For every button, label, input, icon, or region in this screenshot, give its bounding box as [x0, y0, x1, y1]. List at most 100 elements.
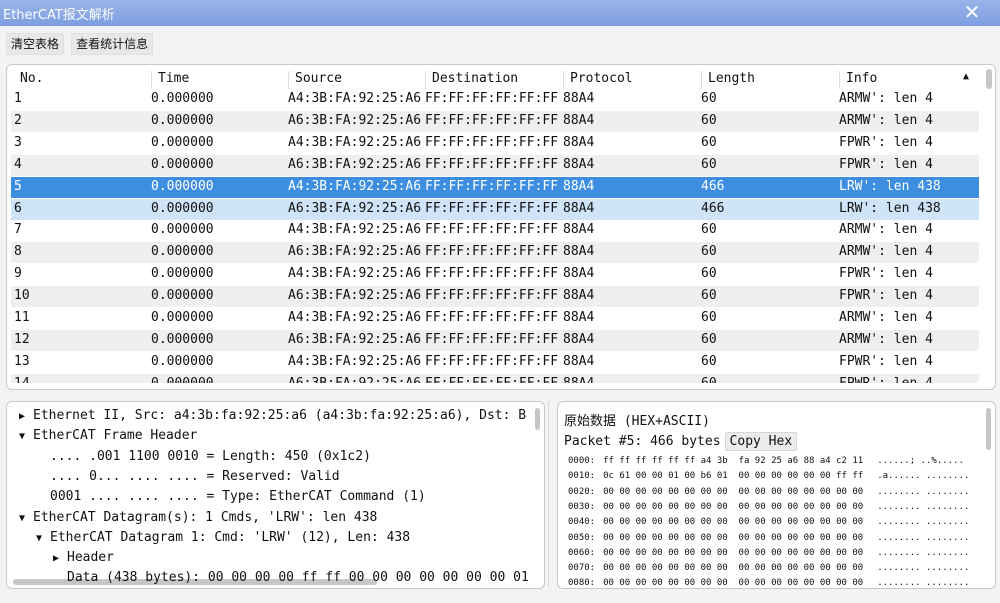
- column-header-protocol[interactable]: Protocol: [563, 71, 700, 89]
- cell-protocol: 88A4: [563, 178, 595, 194]
- tree-node-text: .... 0... .... .... = Reserved: Valid: [50, 468, 340, 484]
- cell-length: 60: [701, 222, 717, 238]
- cell-protocol: 88A4: [563, 376, 699, 383]
- cell-destination: FF:FF:FF:FF:FF:FF: [425, 331, 559, 347]
- column-header-no[interactable]: No.: [14, 71, 150, 89]
- tree-node[interactable]: .... .001 1100 0010 = Length: 450 (0x1c2…: [50, 449, 371, 464]
- packet-row[interactable]: 12 0.000000 A6:3B:FA:92:25:A6 FF:FF:FF:FF:F…: [11, 329, 979, 351]
- cell-source: A4:3B:FA:92:25:A6: [288, 266, 422, 282]
- hex-offset: 0010:: [568, 471, 596, 482]
- packet-row[interactable]: 140.000000A6:3B:FA:92:25:A6FF:FF:FF:FF:F…: [11, 373, 979, 383]
- cell-length: 60: [701, 353, 717, 369]
- hex-bytes: 00 00 00 00 00 00 00 00 00 00 00 00 00 0…: [603, 578, 864, 589]
- column-header-length[interactable]: Length: [701, 71, 838, 89]
- packet-row[interactable]: 2 0.000000 A6:3B:FA:92:25:A6 FF:FF:FF:FF:FF…: [11, 110, 979, 132]
- cell-length: 60: [701, 244, 717, 260]
- hex-vertical-scrollbar[interactable]: [986, 408, 991, 450]
- packet-list-header: No. Time Source Destination Protocol Length In…: [7, 69, 975, 89]
- tree-node-text: EtherCAT Frame Header: [33, 428, 198, 444]
- cell-destination: FF:FF:FF:FF:FF:FF: [425, 376, 566, 383]
- hex-line: 0060: 00 00 00 00 00 00 00 00 00 00 00 00…: [568, 548, 969, 558]
- cell-destination: FF:FF:FF:FF:FF:FF: [425, 266, 559, 282]
- tree-node-text: .... .001 1100 0010 = Length: 450 (0x1c2…: [50, 448, 371, 464]
- collapse-arrow-icon[interactable]: ▼: [36, 533, 50, 544]
- cell-protocol: 88A4: [563, 288, 595, 304]
- packet-row[interactable]: 1 0.000000 A4:3B:FA:92:25:A6 FF:FF:FF:FF:FF…: [11, 89, 979, 110]
- cell-no: 5: [14, 178, 22, 194]
- expand-arrow-icon[interactable]: ▶: [53, 553, 67, 564]
- clear-table-button[interactable]: 清空表格: [6, 33, 65, 55]
- packet-row[interactable]: 4 0.000000 A6:3B:FA:92:25:A6 FF:FF:FF:FF:FF…: [11, 154, 979, 176]
- cell-no: 1: [14, 91, 22, 106]
- cell-time: 0.000000: [151, 376, 287, 383]
- packet-list-scrollbar[interactable]: [986, 69, 992, 89]
- packet-row[interactable]: 3 0.000000 A4:3B:FA:92:25:A6 FF:FF:FF:FF:FF…: [11, 133, 979, 154]
- hex-bytes: 00 00 00 00 00 00 00 00 00 00 00 00 00 0…: [603, 547, 864, 558]
- copy-hex-button[interactable]: Copy Hex: [724, 432, 798, 451]
- cell-no: 14: [14, 376, 150, 383]
- packet-row[interactable]: 11 0.000000 A4:3B:FA:92:25:A6 FF:FF:FF:FF:F…: [11, 308, 979, 329]
- packet-row[interactable]: 6 0.000000 A6:3B:FA:92:25:A6 FF:FF:FF:FF:FF…: [11, 198, 979, 220]
- tree-node[interactable]: ▶ Header: [53, 550, 114, 565]
- tree-node[interactable]: ▶ Ethernet II, Src: a4:3b:fa:92:25:a6 (a4…: [19, 408, 526, 423]
- window-title: EtherCAT报文解析: [3, 8, 115, 23]
- cell-info: LRW': len 438: [839, 178, 941, 194]
- cell-time: 0.000000: [151, 331, 214, 347]
- packet-row[interactable]: 7 0.000000 A4:3B:FA:92:25:A6 FF:FF:FF:FF:FF…: [11, 220, 979, 241]
- packet-row[interactable]: 5 0.000000 A4:3B:FA:92:25:A6 FF:FF:FF:FF:FF…: [11, 176, 979, 198]
- packet-row[interactable]: 8 0.000000 A6:3B:FA:92:25:A6 FF:FF:FF:FF:FF…: [11, 242, 979, 264]
- close-icon[interactable]: ✕: [962, 2, 982, 22]
- toolbar: 清空表格 查看统计信息: [6, 33, 155, 55]
- packet-row[interactable]: 10 0.000000 A6:3B:FA:92:25:A6 FF:FF:FF:FF:F…: [11, 286, 979, 308]
- sort-ascending-icon[interactable]: ▲: [963, 71, 975, 82]
- tree-node[interactable]: ▼ EtherCAT Frame Header: [19, 428, 197, 443]
- cell-source: A6:3B:FA:92:25:A6: [288, 112, 422, 128]
- hex-ascii: ......; ..%.....: [877, 456, 964, 466]
- cell-protocol: 88A4: [563, 331, 595, 347]
- column-header-time[interactable]: Time: [151, 71, 288, 89]
- tree-node-text: Header: [67, 550, 114, 566]
- hex-panel-title: 原始数据 (HEX+ASCII): [564, 414, 710, 429]
- hex-ascii: .a...... ........: [877, 471, 970, 482]
- cell-source: A6:3B:FA:92:25:A6: [288, 200, 422, 216]
- expand-arrow-icon[interactable]: ▶: [19, 411, 33, 422]
- collapse-arrow-icon[interactable]: ▼: [19, 513, 33, 524]
- cell-protocol: 88A4: [563, 112, 595, 128]
- collapse-arrow-icon[interactable]: ▼: [19, 431, 33, 442]
- hex-line: 0010: 0c 61 00 00 01 00 b6 01 00 00 00 00…: [568, 471, 969, 481]
- cell-info: FPWR': len 4: [839, 156, 933, 172]
- pane-splitter[interactable]: [548, 401, 549, 587]
- tree-node[interactable]: ▼ EtherCAT Datagram(s): 1 Cmds, 'LRW': le…: [19, 510, 377, 525]
- tree-node[interactable]: ▼ EtherCAT Datagram 1: Cmd: 'LRW' (12), L…: [36, 530, 410, 545]
- hex-line: 0030: 00 00 00 00 00 00 00 00 00 00 00 00…: [568, 502, 969, 512]
- tree-node[interactable]: 0001 .... .... .... = Type: EtherCAT Com…: [50, 489, 426, 504]
- column-header-info[interactable]: Info: [839, 71, 976, 89]
- cell-info: FPWR': len 4: [839, 134, 933, 150]
- cell-length: 466: [701, 178, 725, 194]
- packet-row[interactable]: 9 0.000000 A4:3B:FA:92:25:A6 FF:FF:FF:FF:FF…: [11, 264, 979, 285]
- cell-destination: FF:FF:FF:FF:FF:FF: [425, 310, 559, 325]
- tree-node[interactable]: Data (438 bytes): 00 00 00 00 ff ff 00 0…: [67, 570, 529, 585]
- view-stats-button[interactable]: 查看统计信息: [71, 33, 154, 55]
- hex-line: 0070: 00 00 00 00 00 00 00 00 00 00 00 00…: [568, 563, 969, 573]
- hex-ascii: ........ ........: [877, 486, 970, 497]
- hex-ascii: ........ ........: [877, 501, 970, 512]
- column-header-destination[interactable]: Destination: [425, 71, 567, 89]
- cell-info: FPWR': len 4: [839, 266, 933, 282]
- cell-no: 10: [14, 288, 30, 304]
- cell-no: 12: [14, 331, 30, 347]
- cell-destination: FF:FF:FF:FF:FF:FF: [425, 91, 559, 106]
- cell-protocol: 88A4: [563, 222, 595, 238]
- cell-source: A4:3B:FA:92:25:A6: [288, 353, 422, 369]
- cell-time: 0.000000: [151, 200, 214, 216]
- hex-ascii: ........ ........: [877, 563, 970, 574]
- hex-offset: 0070:: [568, 563, 596, 574]
- cell-time: 0.000000: [151, 244, 214, 260]
- detail-vertical-scrollbar[interactable]: [535, 408, 540, 430]
- cell-length: 60: [701, 156, 717, 172]
- column-header-source[interactable]: Source: [288, 71, 430, 89]
- tree-node[interactable]: .... 0... .... .... = Reserved: Valid: [50, 469, 340, 484]
- packet-row[interactable]: 13 0.000000 A4:3B:FA:92:25:A6 FF:FF:FF:FF:F…: [11, 352, 979, 373]
- hex-offset: 0000:: [568, 456, 596, 466]
- cell-protocol: 88A4: [563, 266, 595, 282]
